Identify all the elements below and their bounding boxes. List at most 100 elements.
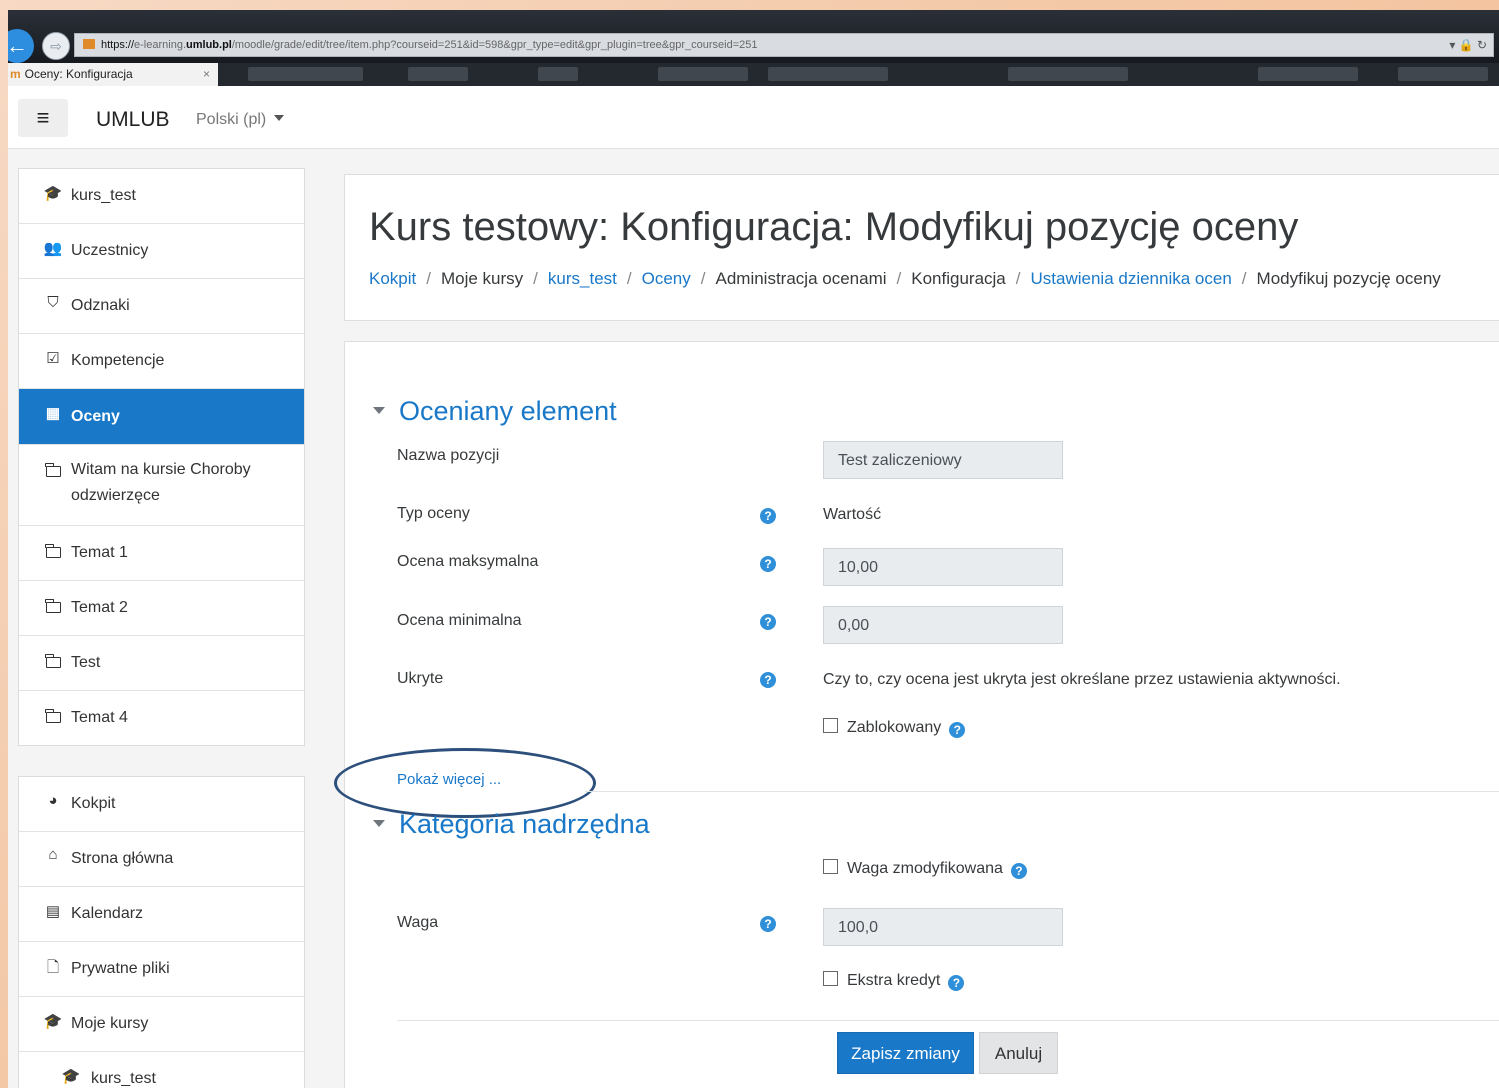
section-title: Kategoria nadrzędna [399, 809, 650, 839]
section-parent-category-header[interactable]: Kategoria nadrzędna [373, 809, 650, 840]
min-grade-field[interactable]: 0,00 [823, 606, 1063, 644]
nav-item-section-test[interactable]: Test [19, 636, 304, 691]
nav-item-section-4[interactable]: Temat 4 [19, 691, 304, 745]
collapse-caret-icon [373, 407, 385, 414]
nav-item-competencies[interactable]: ☑ Kompetencje [19, 334, 304, 389]
graduation-cap-icon: 🎓 [43, 185, 63, 202]
help-icon[interactable]: ? [760, 916, 776, 932]
tab-current[interactable]: m Oceny: Konfiguracja × [8, 63, 218, 86]
nav-item-course[interactable]: 🎓 kurs_test [19, 169, 304, 224]
hidden-label: Ukryte [397, 670, 444, 687]
nav-item-grades[interactable]: ▦ Oceny [19, 389, 304, 445]
dashboard-icon: ◕ [48, 792, 58, 809]
breadcrumb-grades-link[interactable]: Oceny [642, 269, 691, 288]
help-icon[interactable]: ? [1010, 863, 1027, 879]
save-button[interactable]: Zapisz zmiany [837, 1032, 974, 1074]
section-title: Oceniany element [399, 396, 617, 426]
nav-item-label: Temat 1 [71, 544, 128, 561]
nav-item-badges[interactable]: ⛉ Odznaki [19, 279, 304, 334]
forward-button[interactable]: ⇨ [42, 32, 70, 60]
site-brand[interactable]: UMLUB [96, 108, 170, 132]
checkbox-box[interactable] [823, 718, 838, 733]
item-name-field[interactable]: Test zaliczeniowy [823, 441, 1063, 479]
tab-blurred[interactable] [658, 67, 748, 81]
nav-item-label: Kalendarz [71, 905, 144, 922]
breadcrumb-separator: / [1241, 269, 1247, 288]
breadcrumb-dashboard-link[interactable]: Kokpit [369, 269, 416, 288]
nav-item-dashboard[interactable]: ◕ Kokpit [19, 777, 304, 832]
breadcrumb-separator: / [533, 269, 538, 288]
menu-toggle-button[interactable]: ≡ [18, 99, 68, 137]
nav-item-my-courses[interactable]: 🎓 Moje kursy [19, 997, 304, 1052]
folder-icon [43, 599, 63, 616]
address-bar-icons[interactable]: ▾ 🔒 ↻ [1449, 34, 1487, 56]
help-icon[interactable]: ? [949, 722, 966, 738]
tab-blurred[interactable] [408, 67, 468, 81]
weight-field[interactable]: 100,0 [823, 908, 1063, 946]
max-grade-field[interactable]: 10,00 [823, 548, 1063, 586]
nav-item-label: Prywatne pliki [71, 960, 170, 977]
section-graded-item-header[interactable]: Oceniany element [373, 396, 617, 427]
extra-credit-checkbox[interactable]: Ekstra kredyt? [823, 971, 965, 991]
folder-icon [43, 709, 63, 726]
address-bar[interactable]: https://e-learning.umlub.pl/moodle/grade… [74, 33, 1494, 57]
nav-item-course-sub[interactable]: 🎓 kurs_test [19, 1052, 304, 1088]
tab-blurred[interactable] [248, 67, 363, 81]
tab-blurred[interactable] [1008, 67, 1128, 81]
nav-item-calendar[interactable]: ▤ Kalendarz [19, 887, 304, 942]
nav-item-participants[interactable]: 👥 Uczestnicy [19, 224, 304, 279]
tab-blurred[interactable] [1258, 67, 1358, 81]
min-grade-label: Ocena minimalna [397, 612, 522, 629]
tab-blurred[interactable] [1398, 67, 1488, 81]
nav-item-label: Strona główna [71, 850, 174, 867]
nav-item-section-2[interactable]: Temat 2 [19, 581, 304, 636]
folder-icon [43, 654, 63, 671]
language-menu[interactable]: Polski (pl) [196, 111, 285, 129]
checkbox-box[interactable] [823, 859, 838, 874]
breadcrumb-current: Modyfikuj pozycję oceny [1256, 269, 1441, 288]
site-nav-block: ◕ Kokpit ⌂ Strona główna ▤ Kalendarz 🗋 P… [18, 776, 305, 1088]
grade-item-form-card: Oceniany element Nazwa pozycji Test zali… [334, 341, 1499, 1088]
folder-icon [43, 463, 63, 480]
help-icon[interactable]: ? [760, 614, 776, 630]
help-icon[interactable]: ? [760, 672, 776, 688]
cancel-button[interactable]: Anuluj [979, 1032, 1058, 1074]
site-navbar: ≡ UMLUB Polski (pl) [8, 86, 1499, 149]
help-icon[interactable]: ? [948, 975, 965, 991]
checkbox-box[interactable] [823, 971, 838, 986]
locked-checkbox-label: Zablokowany [847, 719, 942, 736]
tab-blurred[interactable] [768, 67, 888, 81]
browser-chrome: ← ⇨ https://e-learning.umlub.pl/moodle/g… [8, 10, 1499, 86]
grade-type-value: Wartość [823, 506, 882, 523]
help-icon[interactable]: ? [760, 556, 776, 572]
table-icon: ▦ [45, 405, 61, 422]
breadcrumb-gradebook-setup-link[interactable]: Ustawienia dziennika ocen [1031, 269, 1232, 288]
help-icon[interactable]: ? [760, 508, 776, 524]
folder-icon [43, 544, 63, 561]
nav-item-label: Uczestnicy [71, 242, 149, 259]
moodle-favicon-icon: m [10, 67, 21, 81]
nav-item-home[interactable]: ⌂ Strona główna [19, 832, 304, 887]
shield-icon: ⛉ [47, 294, 59, 311]
back-button[interactable]: ← [8, 29, 34, 63]
graduation-cap-icon: 🎓 [61, 1068, 81, 1085]
nav-item-label: kurs_test [71, 187, 136, 204]
nav-item-label: Temat 4 [71, 709, 128, 726]
checkbox-icon: ☑ [46, 350, 60, 367]
nav-item-private-files[interactable]: 🗋 Prywatne pliki [19, 942, 304, 997]
section-divider [585, 791, 1499, 792]
nav-item-section-welcome[interactable]: Witam na kursie Choroby odzwierzęce [19, 445, 304, 526]
hidden-info-text: Czy to, czy ocena jest ukryta jest okreś… [823, 671, 1341, 688]
url-path: /moodle/grade/edit/tree/item.php?coursei… [231, 39, 758, 51]
breadcrumb: Kokpit / Moje kursy / kurs_test / Oceny / Admini… [369, 269, 1441, 289]
language-label: Polski (pl) [196, 111, 267, 128]
breadcrumb-course-link[interactable]: kurs_test [548, 269, 617, 288]
locked-checkbox[interactable]: Zablokowany? [823, 718, 966, 738]
caret-down-icon [274, 115, 285, 121]
tab-blurred[interactable] [538, 67, 578, 81]
tab-close-icon[interactable]: × [203, 63, 210, 86]
nav-item-label: Odznaki [71, 297, 130, 314]
weight-adjusted-checkbox[interactable]: Waga zmodyfikowana? [823, 859, 1027, 879]
nav-item-section-1[interactable]: Temat 1 [19, 526, 304, 581]
nav-item-label: Moje kursy [71, 1015, 149, 1032]
